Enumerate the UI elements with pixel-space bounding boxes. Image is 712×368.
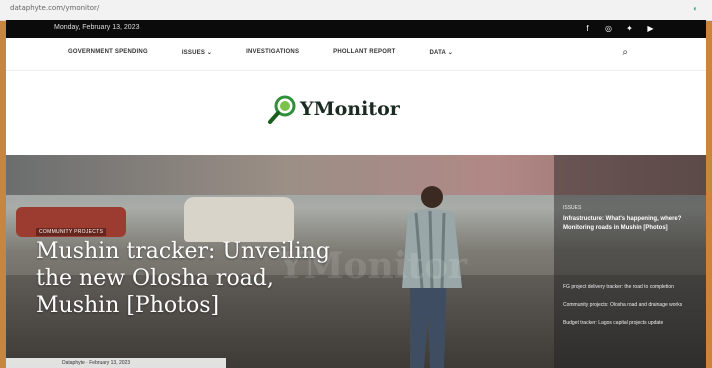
side-feature-kicker: ISSUES: [563, 205, 582, 211]
main-navigation: GOVERNMENT SPENDING ISSUES ⌄ INVESTIGATI…: [6, 38, 706, 71]
side-article-list: FG project delivery tracker: the road to…: [563, 283, 701, 337]
background-car: [184, 197, 294, 242]
magnifier-logo-icon: [268, 95, 296, 124]
twitter-icon[interactable]: ✦: [624, 23, 635, 34]
site-logo[interactable]: YMonitor: [268, 90, 468, 128]
headline-link[interactable]: Mushin tracker: Unveiling the new Olosha…: [36, 238, 336, 319]
featured-article[interactable]: YMonitor COMMUNITY PROJECTS Mushin track…: [6, 155, 706, 368]
youtube-icon[interactable]: ▶: [645, 23, 656, 34]
list-item[interactable]: Budget tracker: Lagos capital projects u…: [563, 319, 701, 327]
webpage: Monday, February 13, 2023 f ◎ ✦ ▶ GOVERN…: [6, 20, 706, 368]
top-bar: Monday, February 13, 2023 f ◎ ✦ ▶: [6, 20, 706, 38]
nav-item-investigations[interactable]: INVESTIGATIONS: [246, 49, 299, 56]
browser-toolbar: dataphyte.com/ymonitor/ ◐: [0, 0, 712, 21]
list-item[interactable]: Community projects: Olosha road and drai…: [563, 301, 701, 309]
extension-icon[interactable]: ◐: [693, 4, 698, 13]
side-feature-title[interactable]: Infrastructure: What's happening, where?…: [563, 216, 681, 231]
facebook-icon[interactable]: f: [582, 23, 593, 34]
nav-item-government-spending[interactable]: GOVERNMENT SPENDING: [68, 49, 148, 56]
address-bar[interactable]: dataphyte.com/ymonitor/: [10, 4, 99, 12]
article-meta: Dataphyte · February 13, 2023: [6, 358, 226, 368]
nav-item-pholllant-report[interactable]: PHOLLANT REPORT: [333, 49, 395, 56]
list-item[interactable]: FG project delivery tracker: the road to…: [563, 283, 701, 291]
nav-item-data[interactable]: DATA ⌄: [430, 49, 453, 56]
logo-text: YMonitor: [300, 98, 400, 120]
category-badge[interactable]: COMMUNITY PROJECTS: [36, 228, 107, 236]
current-date: Monday, February 13, 2023: [54, 24, 140, 31]
instagram-icon[interactable]: ◎: [603, 23, 614, 34]
search-icon[interactable]: ⌕: [622, 47, 628, 58]
nav-item-issues[interactable]: ISSUES ⌄: [182, 49, 212, 56]
social-links: f ◎ ✦ ▶: [582, 23, 656, 34]
side-feature-article[interactable]: ISSUES Infrastructure: What's happening,…: [563, 204, 701, 233]
